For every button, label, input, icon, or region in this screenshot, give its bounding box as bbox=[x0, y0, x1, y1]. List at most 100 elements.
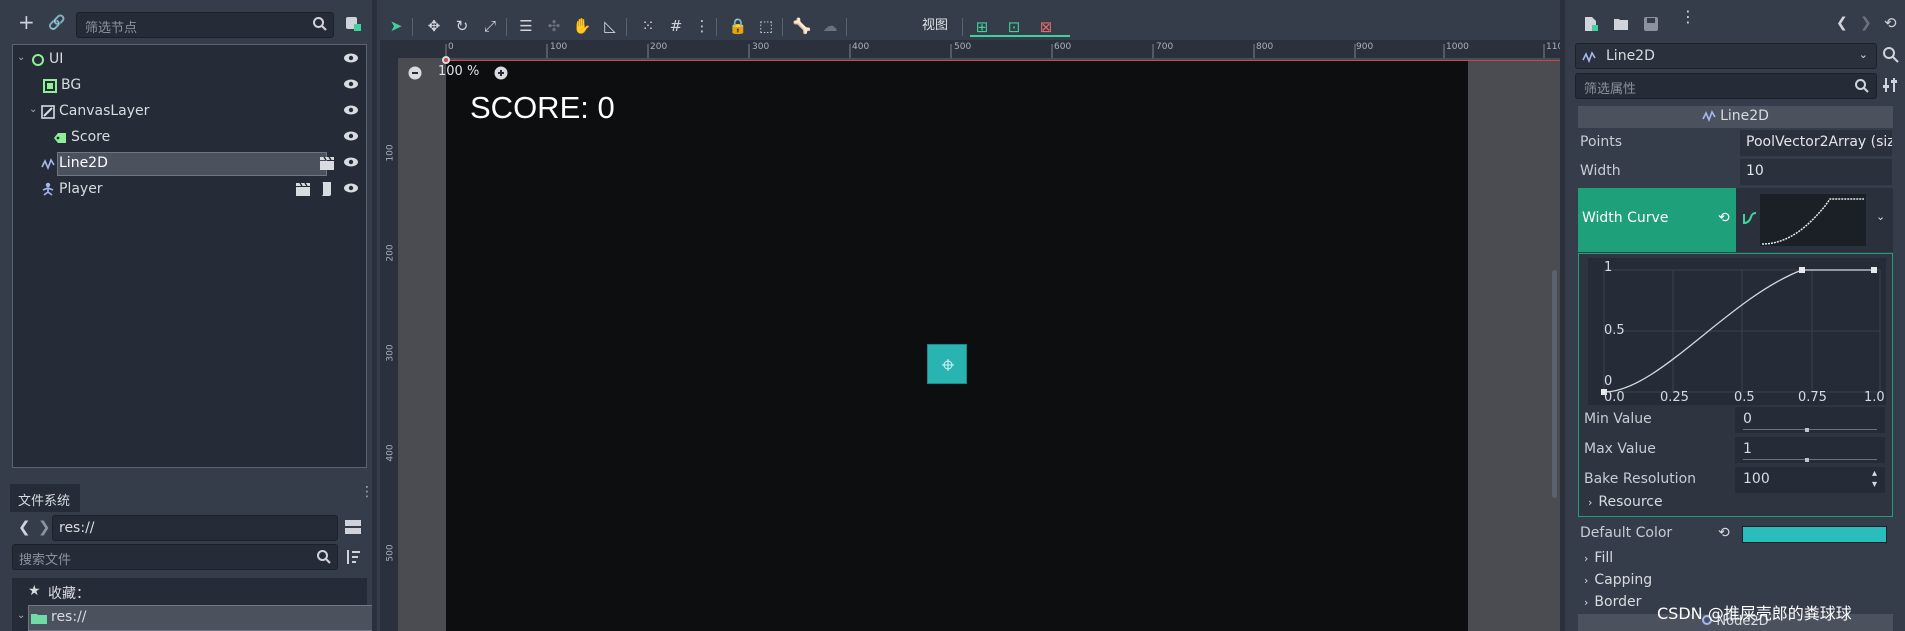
prop-width-curve[interactable]: Width Curve ⟲ bbox=[1578, 188, 1736, 252]
class-section-header[interactable]: Line2D bbox=[1578, 106, 1893, 128]
prop-label: Min Value bbox=[1584, 411, 1652, 427]
visibility-eye-icon[interactable] bbox=[343, 180, 359, 196]
property-filter-input[interactable]: 筛选属性 bbox=[1575, 73, 1877, 99]
collapse-arrow-icon[interactable]: ⌄ bbox=[29, 104, 37, 115]
bake-resolution-spinbox[interactable]: 100 ▴ ▾ bbox=[1735, 467, 1885, 493]
pan-tool-button[interactable]: ✋ bbox=[570, 14, 594, 38]
ruler-tool-button[interactable]: ◺ bbox=[598, 14, 622, 38]
scale-tool-button[interactable]: ⤢ bbox=[478, 14, 502, 38]
ruler-left[interactable]: 100 200 300 400 500 bbox=[380, 58, 398, 631]
lock-button[interactable]: 🔒 bbox=[726, 14, 750, 38]
clear-pose-button[interactable]: ⊠ bbox=[1034, 15, 1058, 39]
revert-icon[interactable]: ⟲ bbox=[1718, 210, 1730, 226]
tree-node-canvaslayer[interactable]: ⌄ CanvasLayer bbox=[13, 99, 366, 125]
resource-group[interactable]: › Resource bbox=[1588, 494, 1663, 510]
inspector-menu-icon[interactable]: ⋮ bbox=[1680, 9, 1696, 25]
node-label: Score bbox=[71, 129, 111, 145]
dock-splitter[interactable] bbox=[1560, 0, 1565, 631]
visibility-eye-icon[interactable] bbox=[343, 102, 359, 118]
fs-tree[interactable]: ★ 收藏： ⌄ res:// bbox=[12, 578, 373, 631]
smart-snap-button[interactable]: ⁙ bbox=[636, 14, 660, 38]
viewport-vscrollbar[interactable] bbox=[1552, 270, 1557, 498]
dock-splitter[interactable] bbox=[372, 0, 377, 631]
curve-editor[interactable]: 1 0.5 0 0.0 0.25 0.5 0.75 1.0 bbox=[1588, 258, 1886, 406]
collapse-arrow-icon[interactable]: ⌄ bbox=[17, 52, 25, 63]
ruler-top[interactable]: 0 100 200 300 400 500 600 700 800 900 10… bbox=[380, 40, 1563, 58]
revert-icon[interactable]: ⟲ bbox=[1718, 525, 1730, 541]
curve-point[interactable] bbox=[1799, 267, 1805, 273]
bone-button[interactable]: 🦴 bbox=[790, 14, 814, 38]
fs-search-input[interactable]: 搜索文件 bbox=[12, 544, 338, 570]
scene-tree[interactable]: ⌄ UI BG ⌄ CanvasLayer Score Line2D Playe… bbox=[12, 44, 367, 468]
fs-path-input[interactable]: res:// bbox=[52, 515, 338, 541]
inspector-tools-button[interactable] bbox=[1882, 76, 1900, 94]
curve-resource-icon bbox=[1742, 210, 1758, 226]
snap-options-button[interactable]: ⋮ bbox=[690, 14, 714, 38]
view-menu[interactable]: 视图 bbox=[922, 14, 948, 33]
tree-node-player[interactable]: Player bbox=[13, 177, 366, 203]
tree-node-bg[interactable]: BG bbox=[13, 73, 366, 99]
grid-snap-button[interactable]: # bbox=[664, 14, 688, 38]
collapse-arrow-icon[interactable]: ⌄ bbox=[17, 610, 25, 621]
player-sprite[interactable] bbox=[927, 344, 967, 384]
slider-knob[interactable] bbox=[1805, 428, 1809, 432]
width-curve-preview[interactable]: ⌄ bbox=[1736, 188, 1893, 252]
border-group[interactable]: › Border bbox=[1584, 594, 1641, 610]
rotate-tool-button[interactable]: ↻ bbox=[450, 14, 474, 38]
fill-group[interactable]: › Fill bbox=[1584, 550, 1613, 566]
width-input[interactable]: 10 bbox=[1740, 159, 1892, 185]
scene-filter-input[interactable]: 筛选节点 bbox=[76, 12, 334, 38]
max-value-slider[interactable]: 1 bbox=[1735, 437, 1885, 463]
chevron-down-icon[interactable]: ⌄ bbox=[1876, 210, 1885, 223]
load-resource-button[interactable] bbox=[1613, 16, 1629, 32]
curve-point[interactable] bbox=[1871, 267, 1877, 273]
select-tool-button[interactable]: ➤ bbox=[384, 14, 408, 38]
chevron-right-icon: › bbox=[1584, 552, 1589, 565]
visibility-eye-icon[interactable] bbox=[343, 50, 359, 66]
scene-script-button[interactable] bbox=[344, 14, 362, 32]
fs-item-root[interactable]: ⌄ res:// bbox=[17, 605, 373, 631]
new-resource-button[interactable] bbox=[1583, 16, 1599, 32]
script-icon[interactable] bbox=[319, 181, 333, 197]
filesystem-tab[interactable]: 文件系统 bbox=[10, 484, 80, 512]
add-node-button[interactable]: + bbox=[18, 12, 35, 33]
tree-node-ui[interactable]: ⌄ UI bbox=[13, 47, 366, 73]
history-back-icon[interactable]: ❮ bbox=[1836, 15, 1848, 31]
visibility-eye-icon[interactable] bbox=[343, 154, 359, 170]
visibility-eye-icon[interactable] bbox=[343, 128, 359, 144]
clapper-icon[interactable] bbox=[319, 155, 335, 171]
history-forward-icon[interactable]: ❯ bbox=[1860, 15, 1872, 31]
min-value-slider[interactable]: 0 bbox=[1735, 407, 1885, 433]
group-button[interactable]: ⬚ bbox=[754, 14, 778, 38]
camera-override-button[interactable]: ☁ bbox=[818, 14, 842, 38]
zoom-reset-button[interactable]: 100 % bbox=[438, 64, 479, 79]
capping-group[interactable]: › Capping bbox=[1584, 572, 1652, 588]
list-select-button[interactable]: ☰ bbox=[514, 14, 538, 38]
zoom-in-button[interactable] bbox=[494, 66, 508, 80]
canvaslayer-icon bbox=[41, 105, 55, 119]
sort-button[interactable] bbox=[344, 548, 362, 566]
insert-key-button[interactable]: ⊞ bbox=[970, 15, 994, 39]
pivot-tool-button[interactable]: ✣ bbox=[542, 14, 566, 38]
forward-arrow-icon[interactable]: ❯ bbox=[38, 518, 51, 536]
object-selector[interactable]: Line2D ⌄ bbox=[1575, 43, 1877, 69]
key-selected-button[interactable]: ⊡ bbox=[1002, 15, 1026, 39]
visibility-eye-icon[interactable] bbox=[343, 76, 359, 92]
tree-node-score[interactable]: Score bbox=[13, 125, 366, 151]
save-resource-button[interactable] bbox=[1643, 16, 1659, 32]
doc-button[interactable] bbox=[1882, 46, 1900, 64]
curve-y-label: 0 bbox=[1604, 374, 1613, 389]
color-picker-button[interactable] bbox=[1742, 526, 1887, 543]
split-view-button[interactable] bbox=[344, 518, 362, 536]
history-list-icon[interactable]: ⟲ bbox=[1884, 14, 1897, 32]
zoom-out-button[interactable] bbox=[408, 66, 422, 80]
slider-knob[interactable] bbox=[1805, 458, 1809, 462]
points-value-button[interactable]: PoolVector2Array (siz bbox=[1740, 130, 1892, 156]
back-arrow-icon[interactable]: ❮ bbox=[18, 518, 31, 536]
spin-arrows-icon[interactable]: ▴ ▾ bbox=[1872, 468, 1877, 490]
instance-scene-button[interactable]: 🔗 bbox=[48, 13, 65, 33]
score-label[interactable]: SCORE: 0 bbox=[470, 90, 615, 126]
clapper-icon[interactable] bbox=[295, 181, 311, 197]
tree-node-line2d[interactable]: Line2D bbox=[13, 151, 366, 177]
move-tool-button[interactable]: ✥ bbox=[422, 14, 446, 38]
